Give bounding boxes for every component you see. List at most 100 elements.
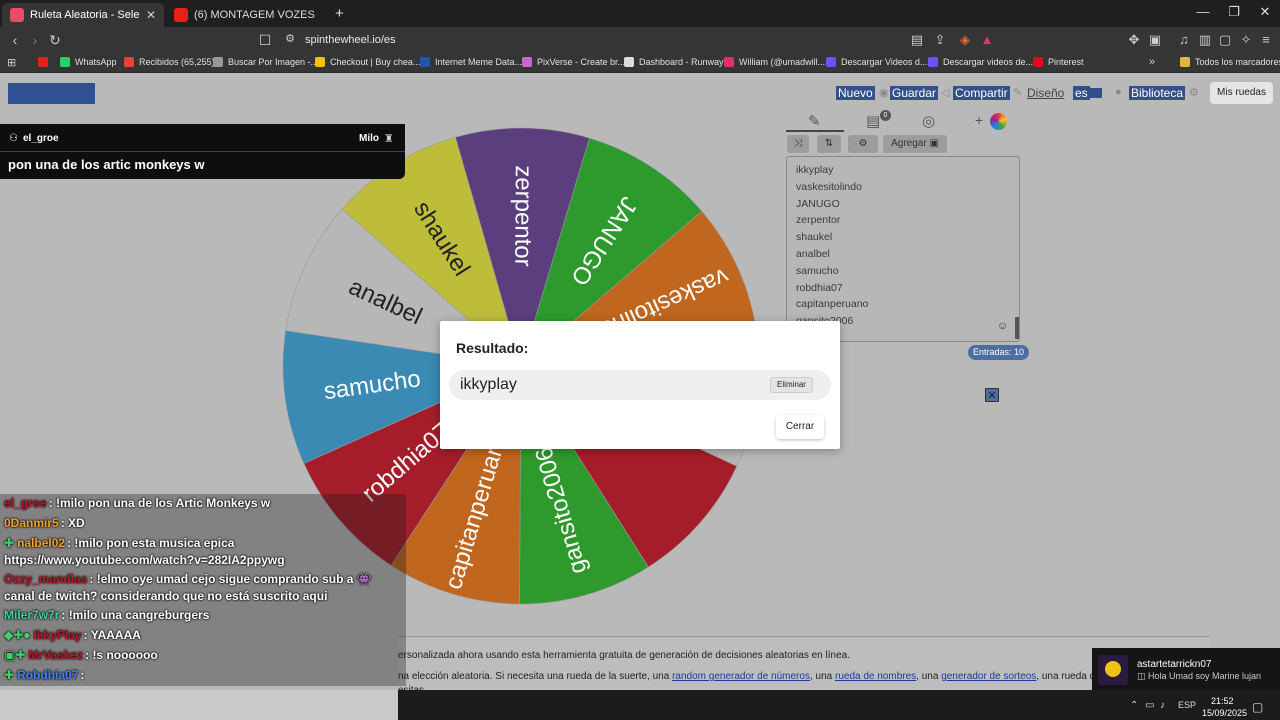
back-icon[interactable]: ‹ [5, 32, 25, 48]
close-tab-icon[interactable]: ✕ [146, 8, 156, 22]
color-wheel-icon[interactable] [990, 113, 1007, 130]
bookmark-label: PixVerse - Create br... [537, 57, 626, 67]
bookmark-item[interactable]: William (@umadwill... [724, 57, 825, 67]
entry-line[interactable]: analbel [796, 248, 830, 260]
bookmark-label: Descargar Videos d... [841, 57, 928, 67]
sidebar-icon[interactable]: ▥ [1196, 32, 1214, 48]
notification-center-icon[interactable]: ▢ [1252, 700, 1263, 714]
bookmark-item[interactable]: Descargar videos de... [928, 57, 1033, 67]
guardar-button[interactable]: Guardar [890, 86, 939, 100]
browser-tab-youtube[interactable]: (6) MONTAGEM VOZES TALENTINHO [166, 3, 326, 27]
reload-icon[interactable]: ↻ [45, 32, 65, 49]
bookmark-icon[interactable]: ☐ [255, 32, 275, 49]
results-count-badge: 0 [880, 110, 891, 121]
wallet-icon[interactable]: ▢ [1216, 32, 1234, 48]
mis-ruedas-button[interactable]: Mis ruedas [1210, 82, 1273, 104]
close-window-icon[interactable]: ✕ [1250, 4, 1280, 20]
tab-search-icon[interactable]: ▣ [1146, 32, 1164, 48]
clock-date[interactable]: 15/09/2025 [1202, 708, 1247, 718]
random-number-link[interactable]: random generador de números [672, 671, 810, 682]
agregar-image-button[interactable]: Agregar ▣ [883, 135, 947, 153]
bookmark-favicon-icon [60, 57, 70, 67]
new-tab-button[interactable]: + [335, 5, 344, 22]
entries-textarea[interactable]: ikkyplay vaskesitolindo JANUGO zerpentor sha… [786, 156, 1020, 342]
bookmark-item[interactable]: Checkout | Buy chea... [315, 57, 420, 67]
bookmark-item[interactable]: Buscar Por Imagen -... [213, 57, 318, 67]
leo-ai-icon[interactable]: ✧ [1237, 32, 1255, 48]
chat-username: Miler7w7r [4, 608, 60, 622]
site-info-icon[interactable]: ⚙ [280, 32, 300, 45]
entry-line[interactable]: ikkyplay [796, 164, 833, 176]
chat-line: ◆✚● IkkyPlay: YAAAAA [4, 627, 400, 644]
bookmark-item[interactable]: Dashboard - Runway [624, 57, 724, 67]
wheel-settings-button[interactable]: ⚙ [848, 135, 878, 153]
gear-icon: ⚙ [858, 138, 868, 149]
entry-line[interactable]: capitanperuano [796, 298, 868, 310]
restore-icon[interactable]: ❐ [1219, 4, 1249, 20]
clock-time[interactable]: 21:52 [1211, 696, 1234, 706]
entry-line[interactable]: robdhia07 [796, 282, 843, 294]
language-indicator[interactable]: ESP [1178, 700, 1196, 710]
chat-line: ▣✚ MrVaskez: !s noooooo [4, 647, 400, 664]
site-logo[interactable] [8, 83, 95, 104]
compartir-button[interactable]: Compartir [953, 86, 1010, 100]
all-bookmarks-folder[interactable]: Todos los marcadores [1180, 57, 1280, 67]
edit-pencil-icon[interactable]: ✎ [808, 112, 821, 130]
bookmark-item[interactable]: Internet Meme Data... [420, 57, 522, 67]
bookmark-label: Descargar videos de... [943, 57, 1034, 67]
raffle-generator-link[interactable]: generador de sorteos [941, 671, 1036, 682]
minimize-icon[interactable]: — [1188, 4, 1218, 19]
brave-shield-icon[interactable]: ◈ [956, 32, 974, 48]
bookmark-label: Recibidos (65,255) [139, 57, 215, 67]
shuffle-button[interactable]: ⤨ [787, 135, 809, 153]
tab-title: Ruleta Aleatoria - Selector Perso [30, 9, 140, 21]
share-link-icon: ◁ [941, 87, 950, 99]
biblioteca-button[interactable]: Biblioteca [1129, 86, 1186, 100]
youtube-bookmark-icon[interactable] [38, 57, 48, 67]
brave-rewards-icon[interactable]: ▲ [978, 32, 996, 47]
bookmark-item[interactable]: Descargar Videos d... [826, 57, 927, 67]
browser-tab-active[interactable]: Ruleta Aleatoria - Selector Perso ✕ [2, 3, 164, 27]
notification-avatar [1098, 655, 1128, 685]
tray-chevron-icon[interactable]: ⌃ [1130, 700, 1138, 711]
apps-grid-icon[interactable]: ⊞ [7, 56, 16, 69]
url-input[interactable]: spinthewheel.io/es [305, 34, 396, 46]
cerrar-button[interactable]: Cerrar [776, 415, 824, 439]
diseno-button[interactable]: Diseño [1025, 86, 1066, 100]
hide-eye-icon[interactable]: ◎ [922, 112, 935, 130]
sort-button[interactable]: ⇅ [817, 135, 841, 153]
emoji-icon[interactable]: ☺ [997, 320, 1008, 332]
notification-text: Hola Umad soy Marine lujan [1148, 671, 1262, 681]
bookmark-item[interactable]: WhatsApp [60, 57, 117, 67]
network-icon[interactable]: ▭ [1145, 700, 1154, 711]
close-panel-icon[interactable]: ✕ [985, 388, 999, 402]
entry-line[interactable]: samucho [796, 265, 839, 277]
entry-line[interactable]: vaskesitolindo [796, 181, 862, 193]
bookmark-label: Internet Meme Data... [435, 57, 523, 67]
name-wheel-link[interactable]: rueda de nombres [835, 671, 916, 682]
share-icon[interactable]: ⇪ [931, 32, 949, 48]
entry-line[interactable]: zerpentor [796, 214, 840, 226]
entries-scrollbar[interactable] [1015, 317, 1019, 339]
nuevo-button[interactable]: Nuevo [836, 86, 875, 100]
menu-icon[interactable]: ≡ [1257, 32, 1275, 47]
bookmark-item[interactable]: Pinterest [1033, 57, 1084, 67]
volume-icon[interactable]: ♪ [1160, 700, 1165, 711]
language-select[interactable]: es [1073, 86, 1090, 100]
clipboard-icon[interactable]: ▤ [866, 112, 880, 130]
bookmark-favicon-icon [1033, 57, 1043, 67]
bookmark-item[interactable]: PixVerse - Create br... [522, 57, 625, 67]
entry-line[interactable]: shaukel [796, 231, 832, 243]
eliminar-button[interactable]: Eliminar [770, 377, 813, 393]
more-bookmarks-icon[interactable]: » [1149, 56, 1155, 68]
media-icon[interactable]: ♫ [1175, 32, 1193, 47]
save-icon: ◉ [879, 87, 889, 99]
extensions-icon[interactable]: ✥ [1125, 32, 1143, 48]
settings-icon[interactable]: ⚙ [1189, 86, 1199, 99]
reader-mode-icon[interactable]: ▤ [908, 32, 926, 48]
chat-line: 0Danmir5: XD [4, 515, 400, 532]
entry-line[interactable]: JANUGO [796, 198, 840, 210]
bookmark-item[interactable]: Recibidos (65,255) [124, 57, 215, 67]
add-wheel-icon[interactable]: + [975, 112, 983, 128]
forward-icon[interactable]: › [25, 32, 45, 48]
